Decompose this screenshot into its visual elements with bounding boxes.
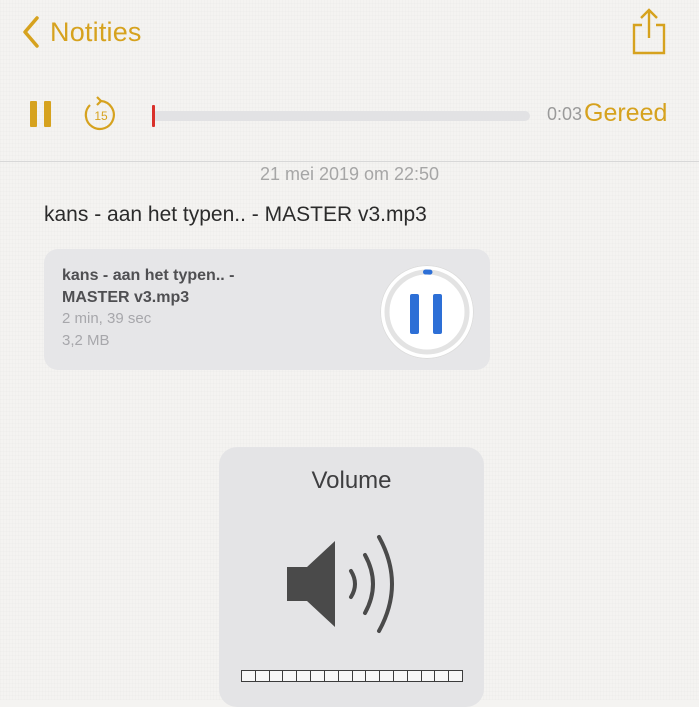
pause-icon [30, 101, 37, 127]
volume-segment [353, 671, 367, 681]
attachment-size: 3,2 MB [62, 332, 110, 349]
attachment-name-line1: kans - aan het typen.. - [62, 267, 235, 284]
done-button[interactable]: Gereed [584, 99, 667, 128]
volume-hud: Volume [219, 447, 484, 707]
pause-button[interactable] [28, 99, 54, 129]
skip-back-15-icon: 15 [84, 96, 115, 131]
note-date: 21 mei 2019 om 22:50 [259, 164, 440, 184]
pause-icon [384, 269, 470, 355]
volume-level-bar [241, 670, 463, 682]
volume-segment [242, 671, 256, 681]
volume-segment [283, 671, 298, 681]
volume-title: Volume [311, 467, 392, 494]
playhead[interactable] [152, 105, 155, 127]
volume-segment [325, 671, 339, 681]
playback-scrubber[interactable] [152, 105, 530, 127]
volume-segment [435, 671, 450, 681]
attachment-name: kans - aan het typen.. - MASTER v3.mp3 [62, 265, 322, 309]
volume-segment [270, 671, 284, 681]
volume-segment [408, 671, 422, 681]
skip-seconds: 15 [94, 109, 108, 123]
playback-time: 0:03 [547, 104, 583, 124]
volume-segment [394, 671, 408, 681]
volume-segment [256, 671, 270, 681]
skip-back-button[interactable]: 15 [82, 95, 120, 135]
volume-segment [297, 671, 312, 681]
back-button[interactable]: Notities [22, 12, 142, 52]
note-title: kans - aan het typen.. - MASTER v3.mp3 [44, 203, 427, 226]
volume-segment [380, 671, 394, 681]
attachment-duration: 2 min, 39 sec [62, 310, 152, 327]
chevron-left-icon [23, 16, 39, 48]
attachment-name-line2: MASTER v3.mp3 [62, 289, 190, 306]
attachment-pause-button[interactable] [380, 265, 474, 359]
volume-segment [339, 671, 353, 681]
volume-segment [449, 671, 462, 681]
volume-segment [366, 671, 381, 681]
volume-segment [422, 671, 436, 681]
back-label: Notities [50, 16, 142, 47]
volume-segment [311, 671, 325, 681]
share-button[interactable] [630, 6, 668, 56]
divider [0, 161, 699, 162]
speaker-icon [287, 535, 394, 633]
audio-attachment[interactable]: kans - aan het typen.. - MASTER v3.mp3 2… [44, 249, 490, 370]
share-icon [632, 8, 666, 55]
